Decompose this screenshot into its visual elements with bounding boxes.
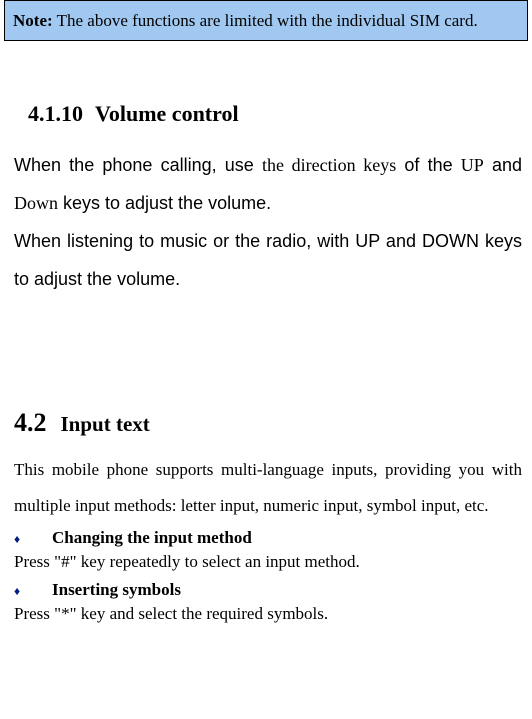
p1-c: of the xyxy=(396,155,461,175)
bullet-2-text: Inserting symbols xyxy=(52,580,181,600)
body-4-1-10-p2: When listening to music or the radio, wi… xyxy=(14,223,522,299)
note-box: Note: The above functions are limited wi… xyxy=(4,0,528,41)
heading-4-2-title: Input text xyxy=(61,412,150,436)
bullet-line-2: ♦ Inserting symbols xyxy=(14,580,522,600)
bullet-line-1: ♦ Changing the input method xyxy=(14,528,522,548)
p1-e: and xyxy=(484,155,522,175)
heading-4-1-10-title: Volume control xyxy=(95,101,239,126)
instruction-2: Press "*" key and select the required sy… xyxy=(14,604,522,624)
body-4-1-10: When the phone calling, use the directio… xyxy=(14,147,522,223)
p1-d: UP xyxy=(461,155,484,175)
diamond-icon: ♦ xyxy=(14,532,52,547)
p1-g: keys to adjust the volume. xyxy=(58,193,271,213)
heading-4-1-10: 4.1.10 Volume control xyxy=(28,101,532,127)
p1-f: Down xyxy=(14,193,58,213)
p1-a: When the phone calling, use xyxy=(14,155,262,175)
bullet-1-text: Changing the input method xyxy=(52,528,252,548)
heading-4-1-10-num: 4.1.10 xyxy=(28,101,83,126)
note-text: The above functions are limited with the… xyxy=(53,11,478,30)
instruction-1: Press "#" key repeatedly to select an in… xyxy=(14,552,522,572)
body-4-2-intro: This mobile phone supports multi-languag… xyxy=(14,452,522,523)
p1-b: the direction keys xyxy=(262,155,396,175)
heading-4-2: 4.2 Input text xyxy=(14,408,532,438)
diamond-icon: ♦ xyxy=(14,584,52,599)
note-label: Note: xyxy=(13,11,53,30)
heading-4-2-num: 4.2 xyxy=(14,408,47,437)
